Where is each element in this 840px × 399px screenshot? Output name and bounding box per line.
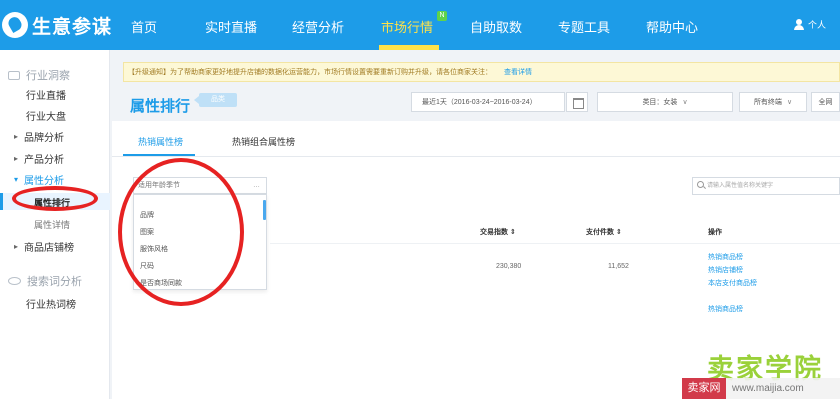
scope-value: 全网 [818,99,833,106]
user-icon [793,19,804,30]
new-badge-icon: N [437,11,447,21]
chevron-down-icon: … [253,182,260,189]
top-nav-bar: 生意参谋 首页 实时直播 经营分析 市场行情 N 自助取数 专题工具 帮助中心 … [0,0,840,50]
notice-banner: 【升级通知】为了帮助商家更好地提升店铺的数据化运营能力，市场行情设置需要重新订购… [123,62,840,82]
category-select[interactable]: 类目：女装 ∨ [597,92,733,112]
header-action: 操作 [708,229,722,236]
logo[interactable]: 生意参谋 [2,10,112,40]
chat-icon [8,70,20,80]
date-range-value: 最近1天（2016-03-24~2016-03-24） [422,99,537,106]
chevron-down-icon: ∨ [786,99,793,106]
link-hot-items[interactable]: 热销商品榜 [708,252,743,262]
sidebar-item-label: 产品分析 [24,155,65,166]
calendar-icon[interactable] [566,92,588,112]
nav-topic-tools[interactable]: 专题工具 [558,17,610,36]
search-placeholder: 请输入属性值名称关键字 [707,183,774,189]
chevron-right-icon: ▸ [14,132,19,141]
nav-active-indicator [379,45,439,50]
chevron-down-icon: ▾ [14,175,19,184]
link-hot-shops[interactable]: 热销店铺榜 [708,265,743,275]
annotation-ellipse-sidebar [12,186,98,211]
sidebar-section-industry: 行业洞察 [8,67,70,83]
watermark-tag: 卖家网 [682,378,726,399]
scope-select[interactable]: 全网 [811,92,840,112]
tab-hot-combo-attr[interactable]: 热销组合属性榜 [232,135,295,148]
sidebar-item-attr-detail[interactable]: 属性详情 [34,218,70,231]
nav-market[interactable]: 市场行情 [381,17,433,36]
nav-business-analysis[interactable]: 经营分析 [292,17,344,36]
sidebar-section-search: 搜索词分析 [8,273,82,289]
notice-text: 【升级通知】为了帮助商家更好地提升店铺的数据化运营能力，市场行情设置需要重新订购… [128,69,492,76]
sidebar-section-label: 行业洞察 [26,70,70,82]
sidebar-item-brand[interactable]: ▸ 品牌分析 [14,129,64,144]
link-shop-pay-items[interactable]: 本店支付商品榜 [708,278,757,288]
logo-text: 生意参谋 [32,16,113,38]
watermark-url: www.maijia.com [732,383,804,394]
header-pay-count[interactable]: 支付件数 ⇕ [586,227,622,237]
sidebar-item-hot-words[interactable]: 行业热词榜 [26,296,76,311]
sidebar-item-label: 属性分析 [24,176,65,187]
sidebar-item-industry-live[interactable]: 行业直播 [26,87,66,102]
title-tag: 品类 [194,93,237,107]
page-title: 属性排行 [130,98,191,115]
sidebar-item-industry-board[interactable]: 行业大盘 [26,108,66,123]
date-range-picker[interactable]: 最近1天（2016-03-24~2016-03-24） [411,92,565,112]
sidebar-item-attr[interactable]: ▾ 属性分析 [14,172,64,187]
terminal-value: 所有终端 [753,99,782,106]
nav-help[interactable]: 帮助中心 [646,17,698,36]
category-value: 类目：女装 [642,99,678,106]
link-hot-items-row2[interactable]: 热销商品榜 [708,304,743,314]
chevron-right-icon: ▸ [14,242,19,251]
terminal-select[interactable]: 所有终端 ∨ [739,92,807,112]
table-divider [270,243,840,244]
nav-home[interactable]: 首页 [131,17,157,36]
sidebar-item-shop[interactable]: ▸ 商品店铺榜 [14,239,74,254]
sidebar-section-label: 搜索词分析 [27,276,82,288]
tab-active-indicator [123,154,195,156]
nav-self-service[interactable]: 自助取数 [470,17,522,36]
sidebar-item-label: 商品店铺榜 [24,243,75,254]
chevron-right-icon: ▸ [14,154,19,163]
dropdown-scrollbar[interactable] [263,200,266,220]
sidebar-item-product[interactable]: ▸ 产品分析 [14,151,64,166]
chevron-down-icon: ∨ [682,99,688,106]
cell-pay-count: 11,652 [608,263,629,270]
annotation-ellipse-dropdown [118,158,244,306]
tab-bar [112,121,840,157]
tab-hot-attr[interactable]: 热销属性榜 [138,135,183,148]
notice-link[interactable]: 查看详情 [504,67,532,77]
header-trade-index[interactable]: 交易指数 ⇕ [480,227,516,237]
cell-trade-index: 230,380 [496,263,522,270]
user-label: 个人 [807,20,826,30]
eye-icon [8,277,21,285]
nav-realtime[interactable]: 实时直播 [205,17,257,36]
logo-icon [2,12,28,38]
search-icon [697,181,704,188]
attribute-search-input[interactable]: 请输入属性值名称关键字 [692,177,840,195]
sidebar-item-label: 品牌分析 [24,133,65,144]
user-menu[interactable]: 个人 [793,18,826,31]
